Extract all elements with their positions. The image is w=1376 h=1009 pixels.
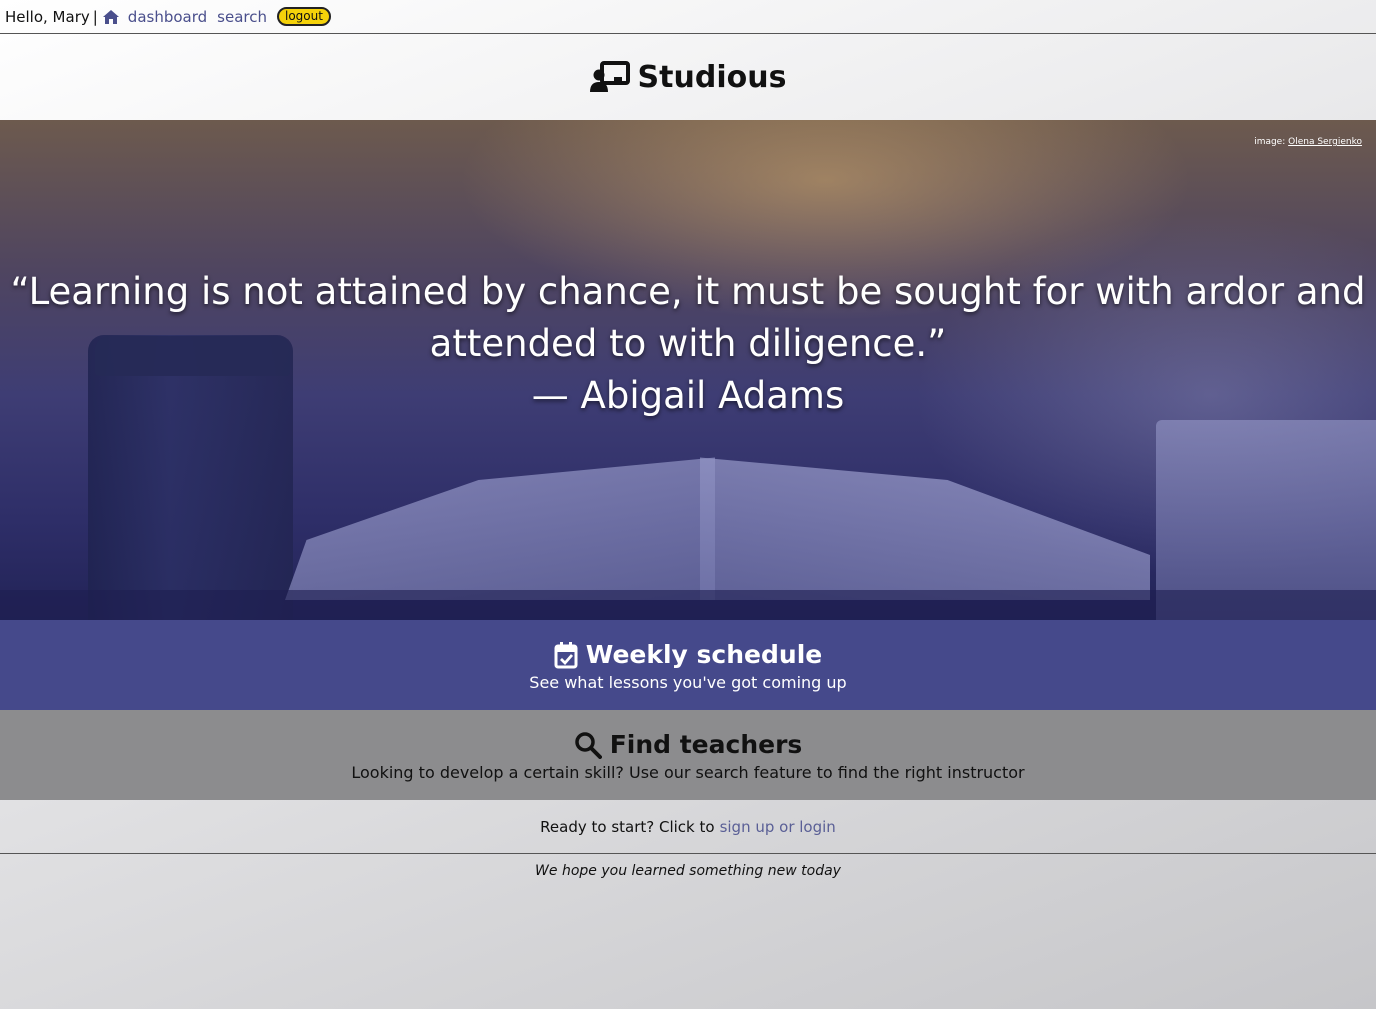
find-teachers-heading[interactable]: Find teachers <box>0 710 1376 759</box>
quote-line-1: “Learning is not attained by chance, it … <box>10 270 1366 313</box>
home-icon[interactable] <box>102 9 120 25</box>
hero-background-book-right <box>700 457 1150 600</box>
logout-button[interactable]: logout <box>276 7 331 26</box>
dashboard-link[interactable]: dashboard <box>128 8 207 26</box>
quote-line-2: attended to with diligence.” <box>429 322 947 365</box>
hero-background-table <box>0 590 1376 620</box>
hero-background-book-left <box>285 457 715 600</box>
find-teachers-title: Find teachers <box>609 730 803 759</box>
brand-title: Studious <box>637 59 787 95</box>
hero-banner: image: Olena Sergienko “Learning is not … <box>0 120 1376 620</box>
weekly-schedule-section[interactable]: Weekly schedule See what lessons you've … <box>0 620 1376 710</box>
search-icon <box>574 731 602 759</box>
quote-author: — Abigail Adams <box>531 374 845 417</box>
ready-text: Ready to start? Click to <box>540 817 715 836</box>
brand-header: Studious <box>0 34 1376 120</box>
image-credit-link[interactable]: Olena Sergienko <box>1288 137 1362 147</box>
weekly-schedule-subtitle: See what lessons you've got coming up <box>529 673 847 692</box>
signup-login-link[interactable]: sign up or login <box>720 818 836 836</box>
calendar-check-icon <box>554 641 578 668</box>
weekly-schedule-heading[interactable]: Weekly schedule <box>0 620 1376 669</box>
search-link[interactable]: search <box>217 8 267 26</box>
find-teachers-section[interactable]: Find teachers Looking to develop a certa… <box>0 710 1376 800</box>
hero-quote: “Learning is not attained by chance, it … <box>0 266 1376 422</box>
weekly-schedule-title: Weekly schedule <box>585 640 823 669</box>
find-teachers-subtitle: Looking to develop a certain skill? Use … <box>351 763 1025 782</box>
image-credit-prefix: image: <box>1254 137 1286 147</box>
nav-separator: | <box>92 7 98 26</box>
footer-tagline: We hope you learned something new today <box>535 863 841 879</box>
teacher-board-icon <box>589 61 630 92</box>
top-nav: Hello, Mary | dashboard search logout <box>0 0 1376 34</box>
image-credit: image: Olena Sergienko <box>1254 137 1362 147</box>
ready-to-start: Ready to start? Click to sign up or logi… <box>0 800 1376 854</box>
greeting-text: Hello, Mary <box>5 7 90 26</box>
